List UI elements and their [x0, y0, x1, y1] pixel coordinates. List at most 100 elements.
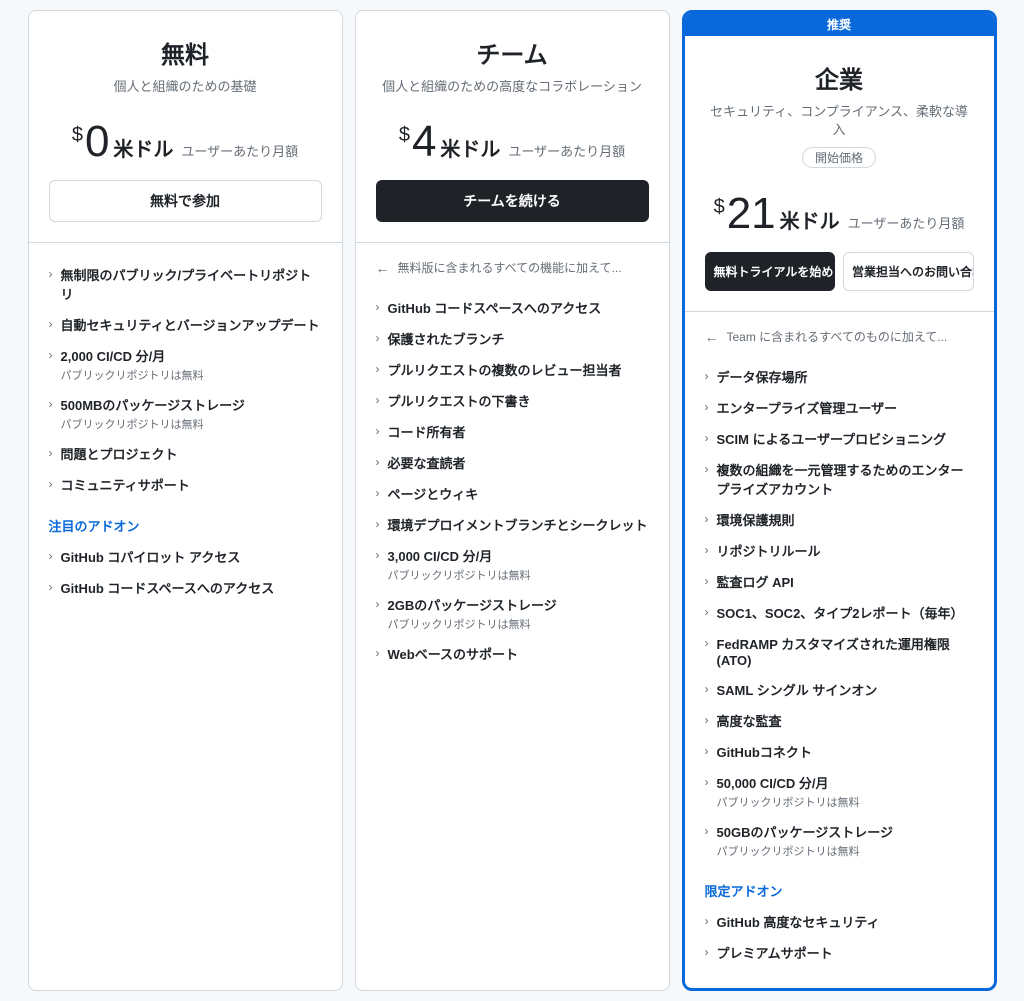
feature-item[interactable]: ›プレミアムサポート: [705, 937, 974, 968]
feature-item[interactable]: ›500MBのパッケージストレージパブリックリポジトリは無料: [49, 389, 322, 438]
feature-item[interactable]: ›GitHub コードスペースへのアクセス: [376, 292, 649, 323]
plan-card-enterprise: 推奨 企業 セキュリティ、コンプライアンス、柔軟な導入 開始価格 $ 21 米ド…: [682, 10, 997, 991]
inherit-line: ← 無料版に含まれるすべての機能に加えて...: [376, 259, 649, 276]
feature-text: 複数の組織を一元管理するためのエンタープライズアカウント: [717, 460, 974, 498]
button-section: 無料トライアルを始め 営業担当へのお問い合わせ: [685, 252, 994, 311]
chevron-right-icon: ›: [376, 424, 380, 438]
feature-item[interactable]: ›環境デプロイメントブランチとシークレット: [376, 509, 649, 540]
feature-item[interactable]: ›Webベースのサポート: [376, 638, 649, 669]
feature-item[interactable]: ›2GBのパッケージストレージパブリックリポジトリは無料: [376, 589, 649, 638]
feature-list: ›データ保存場所›エンタープライズ管理ユーザー›SCIM によるユーザープロビシ…: [705, 361, 974, 865]
feature-item[interactable]: ›50,000 CI/CD 分/月パブリックリポジトリは無料: [705, 767, 974, 816]
feature-item[interactable]: ›複数の組織を一元管理するためのエンタープライズアカウント: [705, 454, 974, 504]
chevron-right-icon: ›: [376, 362, 380, 376]
feature-text: 自動セキュリティとバージョンアップデート: [61, 315, 322, 334]
plan-header: 企業 セキュリティ、コンプライアンス、柔軟な導入 開始価格: [685, 36, 994, 180]
chevron-right-icon: ›: [705, 369, 709, 383]
chevron-right-icon: ›: [49, 267, 53, 281]
feature-text: プルリクエストの下書き: [388, 391, 649, 410]
feature-item[interactable]: › エンタープライズ管理ユーザー: [705, 392, 974, 423]
feature-main: ページとウィキ: [388, 484, 649, 503]
feature-main: 3,000 CI/CD 分/月: [388, 546, 649, 565]
join-free-button[interactable]: 無料で参加: [49, 180, 322, 222]
arrow-left-icon: ←: [376, 260, 390, 276]
feature-item[interactable]: › 無制限のパブリック/プライベートリポジトリ: [49, 259, 322, 309]
start-price-badge: 開始価格: [802, 147, 876, 168]
feature-item[interactable]: › 必要な査読者: [376, 447, 649, 478]
chevron-right-icon: ›: [705, 400, 709, 414]
feature-item[interactable]: ›GitHub 高度なセキュリティ: [705, 906, 974, 937]
feature-item[interactable]: ›50GBのパッケージストレージパブリックリポジトリは無料: [705, 816, 974, 865]
feature-item[interactable]: ›SCIM によるユーザープロビショニング: [705, 423, 974, 454]
feature-item[interactable]: › プルリクエストの下書き: [376, 385, 649, 416]
feature-main: SOC1、SOC2、タイプ2レポート（毎年）: [717, 603, 974, 622]
feature-main: 50,000 CI/CD 分/月: [717, 773, 974, 792]
feature-item[interactable]: ›GitHub コパイロット アクセス: [49, 541, 322, 572]
feature-text: Webベースのサポート: [388, 644, 649, 663]
feature-item[interactable]: ›保護されたブランチ: [376, 323, 649, 354]
feature-item[interactable]: › コード所有者: [376, 416, 649, 447]
plan-desc: 個人と組織のための高度なコラボレーション: [376, 78, 649, 96]
feature-text: 3,000 CI/CD 分/月パブリックリポジトリは無料: [388, 546, 649, 583]
feature-item[interactable]: ›2,000 CI/CD 分/月パブリックリポジトリは無料: [49, 340, 322, 389]
chevron-right-icon: ›: [705, 543, 709, 557]
feature-text: SAML シングル サインオン: [717, 680, 974, 699]
feature-main: FedRAMP カスタマイズされた運用権限 (ATO): [717, 634, 974, 668]
feature-item[interactable]: ›問題とプロジェクト: [49, 438, 322, 469]
feature-item[interactable]: ›SOC1、SOC2、タイプ2レポート（毎年）: [705, 597, 974, 628]
inherit-text: Team に含まれるすべてのものに加えて...: [727, 328, 948, 345]
feature-main: SAML シングル サインオン: [717, 680, 974, 699]
feature-main: エンタープライズ管理ユーザー: [717, 398, 974, 417]
chevron-right-icon: ›: [376, 486, 380, 500]
feature-item[interactable]: ›高度な監査: [705, 705, 974, 736]
feature-item[interactable]: ›コミュニティサポート: [49, 469, 322, 500]
plan-card-team: チーム 個人と組織のための高度なコラボレーション $ 4 米ドル ユーザーあたり…: [355, 10, 670, 991]
feature-item[interactable]: ›自動セキュリティとバージョンアップデート: [49, 309, 322, 340]
feature-item[interactable]: ›リポジトリルール: [705, 535, 974, 566]
feature-text: 500MBのパッケージストレージパブリックリポジトリは無料: [61, 395, 322, 432]
start-trial-button[interactable]: 無料トライアルを始め: [705, 252, 836, 291]
addon-list: ›GitHub 高度なセキュリティ›プレミアムサポート: [705, 906, 974, 968]
feature-sub: パブリックリポジトリは無料: [717, 843, 974, 859]
feature-item[interactable]: ›プルリクエストの複数のレビュー担当者: [376, 354, 649, 385]
feature-item[interactable]: ›環境保護規則: [705, 504, 974, 535]
feature-text: 50,000 CI/CD 分/月パブリックリポジトリは無料: [717, 773, 974, 810]
chevron-right-icon: ›: [49, 348, 53, 362]
contact-sales-button[interactable]: 営業担当へのお問い合わせ: [843, 252, 974, 291]
feature-text: GitHub コードスペースへのアクセス: [61, 578, 322, 597]
button-section: 無料で参加: [29, 180, 342, 242]
feature-item[interactable]: › ページとウィキ: [376, 478, 649, 509]
recommended-badge: 推奨: [685, 13, 994, 36]
feature-item[interactable]: › 3,000 CI/CD 分/月パブリックリポジトリは無料: [376, 540, 649, 589]
feature-text: 環境保護規則: [717, 510, 974, 529]
feature-main: 500MBのパッケージストレージ: [61, 395, 322, 414]
feature-text: SOC1、SOC2、タイプ2レポート（毎年）: [717, 603, 974, 622]
chevron-right-icon: ›: [376, 393, 380, 407]
inherit-line: ← Team に含まれるすべてのものに加えて...: [705, 328, 974, 345]
feature-item[interactable]: ›GitHub コードスペースへのアクセス: [49, 572, 322, 603]
addon-heading: 限定アドオン: [705, 881, 974, 900]
feature-main: 無制限のパブリック/プライベートリポジトリ: [61, 265, 322, 303]
chevron-right-icon: ›: [49, 477, 53, 491]
chevron-right-icon: ›: [376, 548, 380, 562]
feature-main: 環境デプロイメントブランチとシークレット: [388, 515, 649, 534]
feature-main: 環境保護規則: [717, 510, 974, 529]
feature-text: SCIM によるユーザープロビショニング: [717, 429, 974, 448]
plan-desc: セキュリティ、コンプライアンス、柔軟な導入: [705, 103, 974, 139]
feature-main: 必要な査読者: [388, 453, 649, 472]
feature-item[interactable]: ›FedRAMP カスタマイズされた運用権限 (ATO): [705, 628, 974, 674]
feature-item[interactable]: ›GitHubコネクト: [705, 736, 974, 767]
inherit-text: 無料版に含まれるすべての機能に加えて...: [398, 259, 622, 276]
price-value: 0: [85, 120, 109, 164]
feature-main: SCIM によるユーザープロビショニング: [717, 429, 974, 448]
features-section: ← 無料版に含まれるすべての機能に加えて... ›GitHub コードスペースへ…: [356, 243, 669, 689]
chevron-right-icon: ›: [376, 455, 380, 469]
feature-item[interactable]: ›SAML シングル サインオン: [705, 674, 974, 705]
feature-text: コード所有者: [388, 422, 649, 441]
feature-item[interactable]: ›データ保存場所: [705, 361, 974, 392]
features-section: ← Team に含まれるすべてのものに加えて... ›データ保存場所›エンタープ…: [685, 312, 994, 988]
feature-item[interactable]: ›監査ログ API: [705, 566, 974, 597]
continue-team-button[interactable]: チームを続ける: [376, 180, 649, 222]
feature-main: 2,000 CI/CD 分/月: [61, 346, 322, 365]
chevron-right-icon: ›: [705, 824, 709, 838]
